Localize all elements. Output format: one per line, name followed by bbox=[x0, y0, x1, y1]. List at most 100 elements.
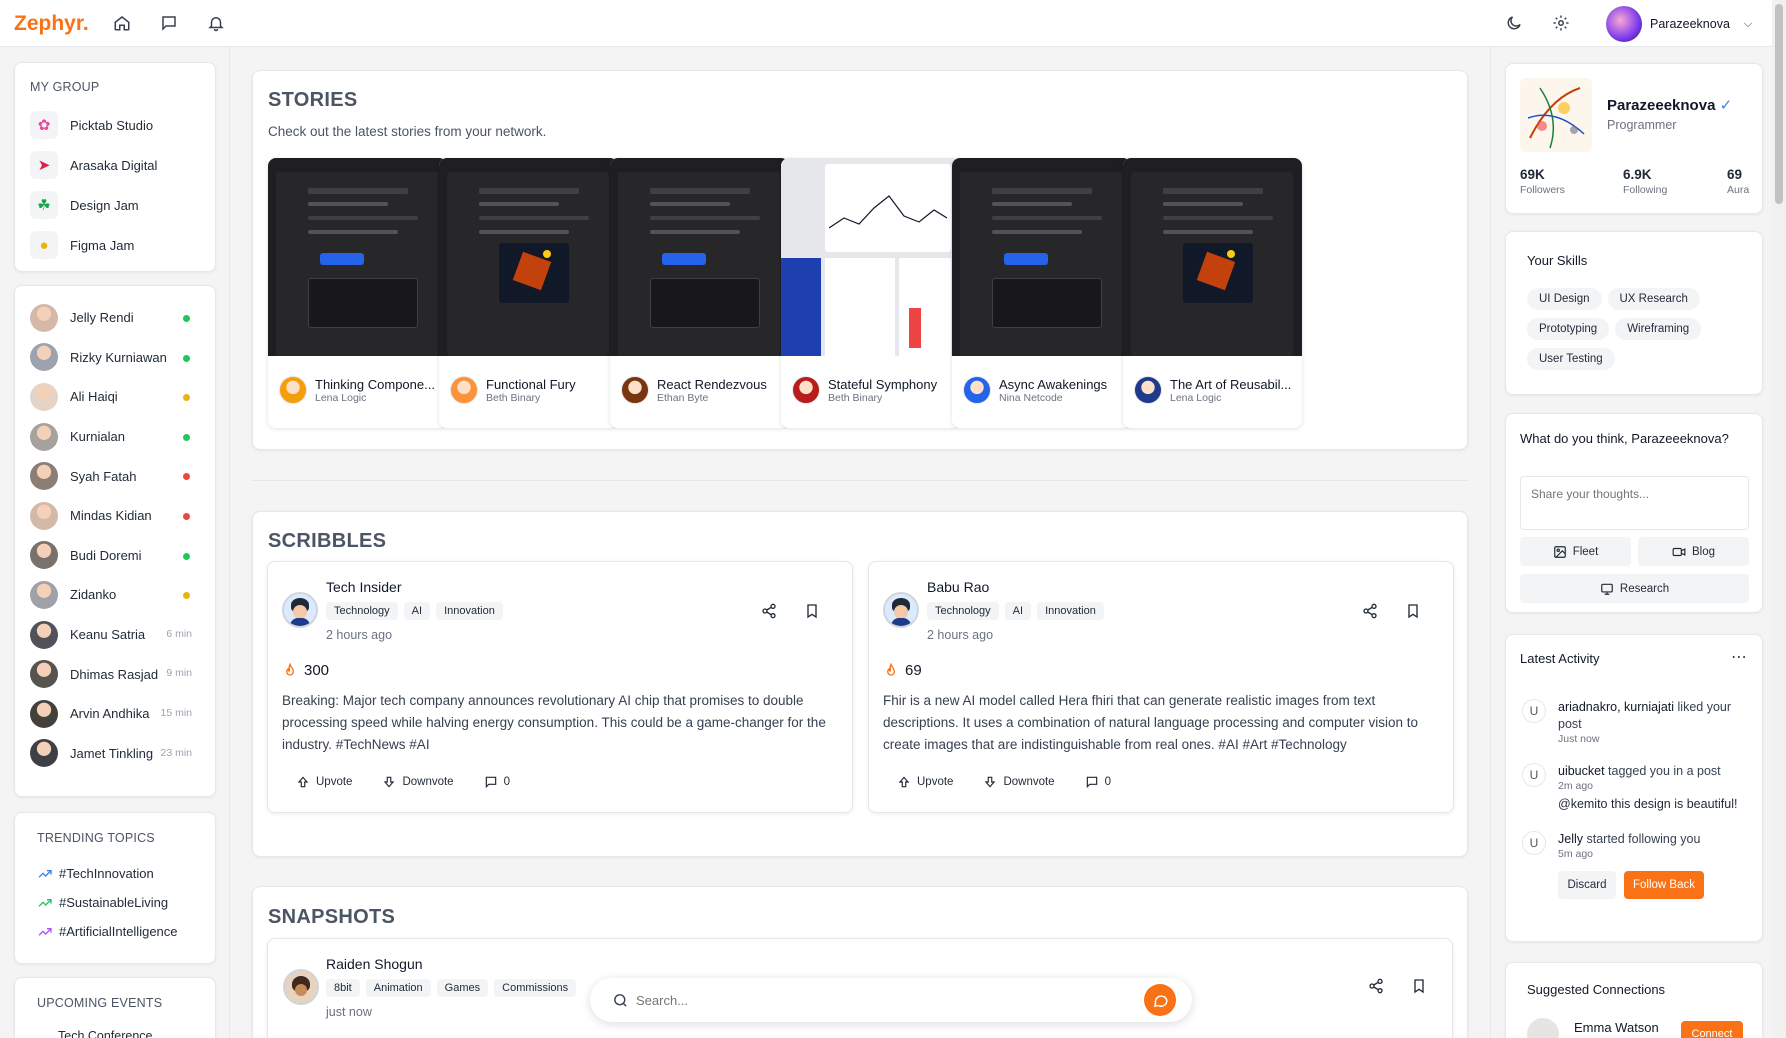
discard-button[interactable]: Discard bbox=[1558, 871, 1616, 899]
post-tag[interactable]: AI bbox=[1004, 602, 1032, 620]
post-tag[interactable]: Animation bbox=[365, 979, 431, 997]
story-card[interactable]: Thinking Compone... Lena Logic bbox=[268, 158, 447, 428]
group-item-figma-jam[interactable]: ● Figma Jam bbox=[30, 225, 205, 265]
post-tag[interactable]: Innovation bbox=[436, 602, 503, 620]
stat-aura[interactable]: 69 Aura bbox=[1727, 167, 1749, 196]
post-tag[interactable]: Commissions bbox=[494, 979, 577, 997]
fleet-button[interactable]: Fleet bbox=[1520, 537, 1631, 566]
image-icon bbox=[1553, 545, 1566, 558]
story-card[interactable]: React Rendezvous Ethan Byte bbox=[610, 158, 789, 428]
bookmark-icon[interactable] bbox=[804, 603, 820, 619]
story-card[interactable]: Stateful Symphony Beth Binary bbox=[781, 158, 960, 428]
bookmark-icon[interactable] bbox=[1411, 978, 1427, 994]
friend-item[interactable]: Keanu Satria 6 min bbox=[30, 615, 206, 655]
friend-item[interactable]: Kurnialan bbox=[30, 417, 206, 457]
friend-item[interactable]: Jamet Tinkling 23 min bbox=[30, 734, 206, 774]
friend-item[interactable]: Arvin Andhika 15 min bbox=[30, 694, 206, 734]
bell-icon[interactable] bbox=[206, 13, 226, 33]
post-tag[interactable]: Technology bbox=[927, 602, 999, 620]
search-input[interactable] bbox=[636, 990, 1116, 1010]
author-avatar[interactable] bbox=[883, 592, 919, 628]
post-tag[interactable]: 8bit bbox=[326, 979, 360, 997]
stories-title: STORIES bbox=[268, 89, 358, 111]
scrollbar-thumb[interactable] bbox=[1775, 4, 1783, 204]
skill-chip[interactable]: UX Research bbox=[1607, 288, 1700, 310]
post-tag[interactable]: Technology bbox=[326, 602, 398, 620]
friend-item[interactable]: Budi Doremi bbox=[30, 536, 206, 576]
story-card[interactable]: Async Awakenings Nina Netcode bbox=[952, 158, 1131, 428]
fire-count[interactable]: 69 bbox=[883, 662, 922, 679]
skill-chip[interactable]: Wireframing bbox=[1615, 318, 1702, 340]
fire-count[interactable]: 300 bbox=[282, 662, 329, 679]
settings-gear-icon[interactable] bbox=[1551, 13, 1571, 33]
share-icon[interactable] bbox=[1362, 603, 1378, 619]
comments-button[interactable]: 0 bbox=[1085, 775, 1111, 789]
app-logo[interactable]: Zephyr. bbox=[14, 12, 89, 36]
research-button[interactable]: Research bbox=[1520, 574, 1749, 603]
author-avatar[interactable] bbox=[283, 969, 319, 1005]
upvote-button[interactable]: Upvote bbox=[897, 775, 953, 789]
home-icon[interactable] bbox=[112, 13, 132, 33]
comments-button[interactable]: 0 bbox=[484, 775, 510, 789]
post-tag[interactable]: AI bbox=[403, 602, 431, 620]
suggested-avatar[interactable] bbox=[1527, 1018, 1559, 1038]
friend-item[interactable]: Rizky Kurniawan bbox=[30, 338, 206, 378]
message-icon[interactable] bbox=[159, 13, 179, 33]
author-avatar[interactable] bbox=[282, 592, 318, 628]
group-item-arasaka[interactable]: ➤ Arasaka Digital bbox=[30, 145, 205, 185]
skill-chip[interactable]: User Testing bbox=[1527, 348, 1615, 370]
connect-button[interactable]: Connect bbox=[1681, 1021, 1743, 1038]
friend-item[interactable]: Zidanko bbox=[30, 575, 206, 615]
trending-topic[interactable]: #TechInnovation bbox=[37, 859, 178, 888]
story-card[interactable]: The Art of Reusabil... Lena Logic bbox=[1123, 158, 1302, 428]
skill-chip[interactable]: Prototyping bbox=[1527, 318, 1610, 340]
story-author: Lena Logic bbox=[315, 391, 367, 404]
post-tag[interactable]: Games bbox=[436, 979, 489, 997]
profile-avatar[interactable] bbox=[1520, 78, 1592, 152]
friend-avatar bbox=[30, 343, 58, 372]
friend-item[interactable]: Mindas Kidian bbox=[30, 496, 206, 536]
friend-name: Syah Fatah bbox=[70, 468, 137, 484]
follow-back-button[interactable]: Follow Back bbox=[1624, 871, 1704, 899]
last-seen: 9 min bbox=[166, 667, 192, 680]
group-item-design-jam[interactable]: ☘ Design Jam bbox=[30, 185, 205, 225]
more-options-icon[interactable]: ⋯ bbox=[1731, 647, 1748, 667]
story-title: Async Awakenings bbox=[999, 376, 1108, 392]
friend-name: Zidanko bbox=[70, 587, 117, 603]
user-menu[interactable]: Parazeeknova ⌵ bbox=[1606, 6, 1752, 42]
downvote-button[interactable]: Downvote bbox=[382, 775, 454, 789]
friend-item[interactable]: Syah Fatah bbox=[30, 456, 206, 496]
friend-item[interactable]: Dhimas Rasjad 9 min bbox=[30, 654, 206, 694]
post-tags: Technology AI Innovation bbox=[326, 602, 509, 620]
story-card[interactable]: Functional Fury Beth Binary bbox=[439, 158, 618, 428]
trending-topic[interactable]: #SustainableLiving bbox=[37, 888, 178, 917]
skill-chip[interactable]: UI Design bbox=[1527, 288, 1602, 310]
downvote-button[interactable]: Downvote bbox=[983, 775, 1055, 789]
activity-item[interactable]: U Jelly started following you 5m ago bbox=[1522, 831, 1742, 860]
story-thumbnail bbox=[781, 158, 960, 356]
chat-button[interactable] bbox=[1144, 984, 1176, 1016]
friend-item[interactable]: Ali Haiqi bbox=[30, 377, 206, 417]
story-meta: The Art of Reusabil... Lena Logic bbox=[1134, 376, 1296, 404]
post-tag[interactable]: Innovation bbox=[1037, 602, 1104, 620]
post-author[interactable]: Babu Rao bbox=[927, 579, 989, 595]
moon-icon[interactable] bbox=[1504, 13, 1524, 33]
activity-item[interactable]: U uibucket tagged you in a post 2m ago @… bbox=[1522, 763, 1742, 813]
upvote-button[interactable]: Upvote bbox=[296, 775, 352, 789]
share-icon[interactable] bbox=[761, 603, 777, 619]
friend-item[interactable]: Jelly Rendi bbox=[30, 298, 206, 338]
page-scrollbar[interactable] bbox=[1772, 0, 1786, 1038]
bookmark-icon[interactable] bbox=[1405, 603, 1421, 619]
stat-followers[interactable]: 69K Followers bbox=[1520, 167, 1565, 196]
thoughts-textarea[interactable] bbox=[1520, 476, 1749, 530]
event-item[interactable]: Tech Conference bbox=[58, 1029, 153, 1038]
activity-item[interactable]: U ariadnakro, kurniajati liked your post… bbox=[1522, 699, 1742, 745]
stat-following[interactable]: 6.9K Following bbox=[1623, 167, 1667, 196]
snapshot-author[interactable]: Raiden Shogun bbox=[326, 956, 423, 972]
blog-button[interactable]: Blog bbox=[1638, 537, 1749, 566]
group-item-picktab[interactable]: ✿ Picktab Studio bbox=[30, 105, 205, 145]
suggested-name[interactable]: Emma Watson bbox=[1574, 1020, 1659, 1035]
trending-topic[interactable]: #ArtificialIntelligence bbox=[37, 917, 178, 946]
post-author[interactable]: Tech Insider bbox=[326, 579, 401, 595]
share-icon[interactable] bbox=[1368, 978, 1384, 994]
